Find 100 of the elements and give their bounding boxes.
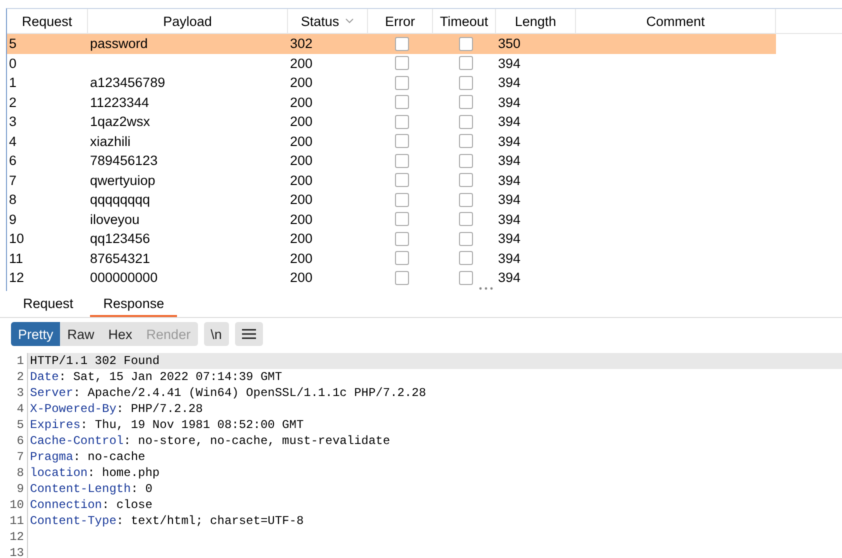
table-cell: 394	[498, 231, 521, 246]
menu-button[interactable]	[234, 322, 263, 346]
table-cell: 394	[498, 212, 521, 227]
tab[interactable]: Request	[10, 291, 86, 317]
table-row[interactable]: 0 200 394	[7, 54, 776, 73]
table-cell: 5	[9, 36, 17, 52]
table-row[interactable]: 1 a123456789 200 394	[7, 73, 776, 92]
view-mode-button[interactable]: Raw	[60, 322, 102, 346]
checkbox[interactable]	[394, 76, 408, 90]
checkbox[interactable]	[458, 154, 472, 168]
table-row[interactable]: 4 xiazhili 200 394	[7, 132, 776, 151]
checkbox[interactable]	[458, 134, 472, 148]
table-cell: 200	[290, 94, 313, 110]
table-cell: 394	[498, 153, 521, 168]
column-header[interactable]: Payload	[88, 9, 288, 33]
header-name: Date	[30, 370, 59, 384]
checkbox[interactable]	[458, 192, 472, 207]
column-header[interactable]: Request	[7, 9, 88, 33]
checkbox[interactable]	[458, 232, 472, 246]
table-cell: 350	[498, 36, 521, 52]
table-cell: 200	[290, 75, 313, 90]
table-cell: 7	[9, 172, 17, 188]
splitter-handle-icon[interactable]	[479, 286, 493, 290]
header-value: : Thu, 19 Nov 1981 08:52:00 GMT	[80, 418, 304, 432]
checkbox[interactable]	[394, 36, 408, 51]
column-header[interactable]: Timeout	[433, 9, 496, 33]
header-value: : Apache/2.4.41 (Win64) OpenSSL/1.1.1c PHP/7.2.28	[73, 386, 426, 400]
table-cell: 200	[290, 231, 313, 246]
header-value: : home.php	[88, 466, 160, 480]
line-number: 7	[0, 449, 28, 465]
checkbox[interactable]	[458, 251, 472, 266]
tab[interactable]: Response	[90, 291, 178, 317]
column-header[interactable]: Error	[368, 9, 433, 33]
header-name: Content-Type	[30, 514, 116, 528]
header-name: Expires	[30, 418, 80, 432]
header-name: Cache-Control	[30, 434, 124, 448]
column-header[interactable]: Comment	[576, 9, 776, 33]
checkbox[interactable]	[458, 173, 472, 188]
line-number: 8	[0, 465, 28, 481]
table-row[interactable]: 7 qwertyuiop 200 394	[7, 170, 776, 190]
table-row[interactable]: 10 qq123456 200 394	[7, 229, 776, 248]
checkbox[interactable]	[458, 95, 472, 110]
table-cell: 200	[290, 270, 313, 286]
column-header[interactable]: Status	[288, 9, 368, 33]
table-cell: iloveyou	[90, 212, 140, 227]
line-number: 6	[0, 433, 28, 449]
checkbox[interactable]	[394, 154, 408, 168]
checkbox[interactable]	[458, 114, 472, 129]
table-cell: 394	[498, 172, 521, 188]
table-cell: 394	[498, 270, 521, 286]
table-cell: 200	[290, 153, 313, 168]
table-cell: 2	[9, 94, 17, 110]
table-row[interactable]: 12 000000000 200 394	[7, 268, 776, 288]
checkbox[interactable]	[458, 56, 472, 70]
table-cell: 394	[498, 94, 521, 110]
table-row[interactable]: 11 87654321 200 394	[7, 248, 776, 268]
header-value: : no-cache	[73, 450, 146, 464]
header-name: location	[30, 466, 88, 480]
header-value: : close	[102, 498, 152, 512]
table-cell: 302	[290, 36, 313, 52]
line-number: 12	[0, 529, 28, 545]
table-cell: 1qaz2wsx	[90, 114, 150, 130]
checkbox[interactable]	[394, 114, 408, 129]
table-row[interactable]: 9 iloveyou 200 394	[7, 210, 776, 229]
checkbox[interactable]	[458, 270, 472, 285]
view-mode-button[interactable]: Hex	[101, 322, 140, 346]
line-number: 10	[0, 497, 28, 513]
table-row[interactable]: 5 password 302 350	[7, 34, 776, 54]
newline-toggle-button[interactable]: \n	[204, 322, 229, 346]
checkbox[interactable]	[394, 95, 408, 110]
checkbox[interactable]	[394, 134, 408, 148]
table-cell: 200	[290, 114, 313, 130]
checkbox[interactable]	[394, 192, 408, 207]
checkbox[interactable]	[394, 56, 408, 70]
header-value: : Sat, 15 Jan 2022 07:14:39 GMT	[58, 370, 282, 384]
header-name: Server	[30, 386, 74, 400]
view-mode-button[interactable]: Pretty	[11, 322, 60, 346]
table-row[interactable]: 6 789456123 200 394	[7, 151, 776, 170]
header-value: : no-store, no-cache, must-revalidate	[124, 434, 390, 448]
line-number: 5	[0, 417, 28, 433]
column-header[interactable]: Length	[496, 9, 576, 33]
checkbox[interactable]	[394, 173, 408, 188]
checkbox[interactable]	[394, 232, 408, 246]
table-cell: 200	[290, 212, 313, 227]
table-cell: a123456789	[90, 75, 166, 90]
table-row[interactable]: 3 1qaz2wsx 200 394	[7, 112, 776, 132]
checkbox[interactable]	[458, 76, 472, 90]
checkbox[interactable]	[394, 270, 408, 285]
line-number: 3	[0, 385, 28, 401]
checkbox[interactable]	[458, 212, 472, 226]
checkbox[interactable]	[458, 36, 472, 51]
checkbox[interactable]	[394, 251, 408, 266]
table-row[interactable]: 2 11223344 200 394	[7, 92, 776, 112]
table-cell: 789456123	[90, 153, 158, 168]
table-cell: 1	[9, 75, 17, 90]
table-row[interactable]: 8 qqqqqqqq 200 394	[7, 190, 776, 210]
table-cell: 4	[9, 134, 17, 149]
menu-icon	[242, 328, 256, 340]
checkbox[interactable]	[394, 212, 408, 226]
line-number: 11	[0, 513, 28, 529]
